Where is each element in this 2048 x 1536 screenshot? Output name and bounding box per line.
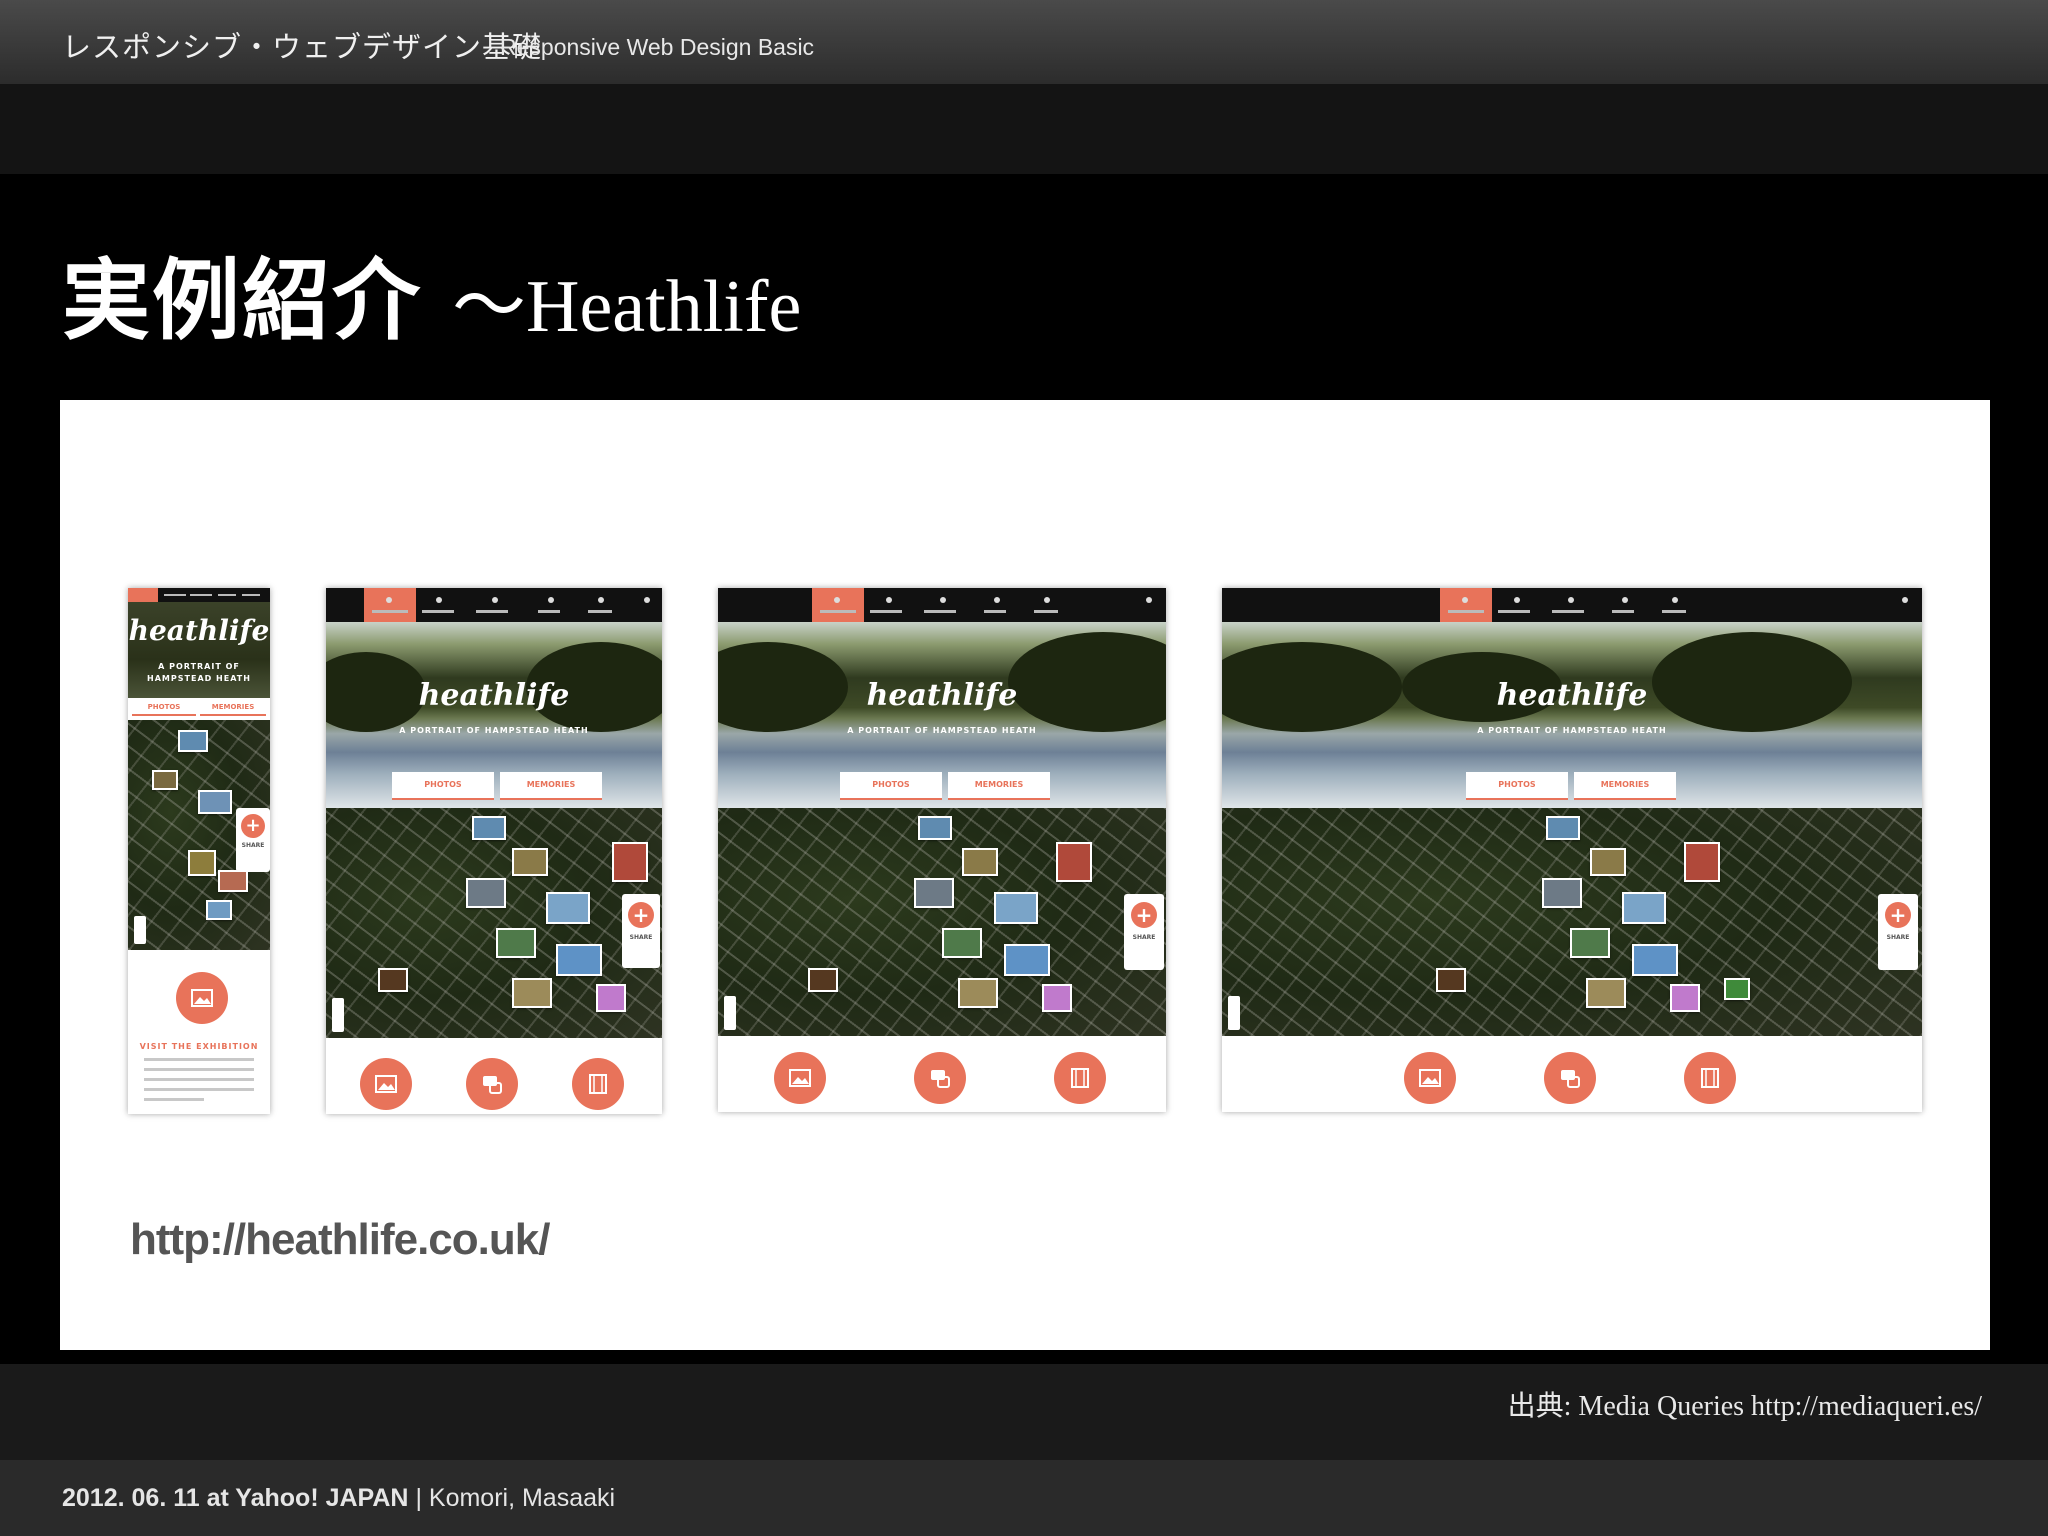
exhibition-icon[interactable] xyxy=(492,597,498,603)
source-credit: 出典: Media Queries http://mediaqueri.es/ xyxy=(1507,1391,1982,1422)
heathlife-logo: heathlife xyxy=(866,678,1018,713)
footer-icons xyxy=(718,1036,1166,1112)
footer-icons xyxy=(326,1038,662,1114)
photo-icon[interactable] xyxy=(176,972,228,1024)
hero-banner: heathlife A PORTRAIT OF HAMPSTEAD HEATH … xyxy=(1222,622,1922,808)
exhibition-icon[interactable] xyxy=(940,597,946,603)
zoom-control[interactable] xyxy=(724,996,736,1030)
footer-separator: | xyxy=(415,1484,422,1512)
plus-icon[interactable]: + xyxy=(628,902,654,928)
plus-icon[interactable]: + xyxy=(241,814,265,838)
tagline: A PORTRAIT OF HAMPSTEAD HEATH xyxy=(399,726,589,735)
footer-text: 2012. 06. 11 at Yahoo! JAPAN | Komori, M… xyxy=(62,1484,615,1513)
donate-heart-icon[interactable] xyxy=(598,597,604,603)
hero-banner: heathlife A PORTRAIT OF HAMPSTEAD HEATH xyxy=(128,602,270,698)
about-icon[interactable] xyxy=(994,597,1000,603)
tagline: A PORTRAIT OF HAMPSTEAD HEATH xyxy=(847,726,1037,735)
sound-icon[interactable] xyxy=(644,597,650,603)
zoom-control[interactable] xyxy=(332,998,344,1032)
workshops-icon[interactable] xyxy=(1514,597,1520,603)
photos-button[interactable]: PHOTOS xyxy=(392,772,494,800)
heathlife-logo: heathlife xyxy=(128,614,270,647)
nav-explore-active xyxy=(812,588,864,622)
memories-button[interactable]: MEMORIES xyxy=(200,700,266,716)
memories-icon[interactable] xyxy=(914,1052,966,1104)
photo-icon[interactable] xyxy=(360,1058,412,1110)
photos-button[interactable]: PHOTOS xyxy=(1466,772,1568,800)
photos-button[interactable]: PHOTOS xyxy=(132,700,196,716)
share-panel: + SHARE xyxy=(1124,894,1164,970)
header-subbar xyxy=(0,84,2048,174)
share-icon[interactable] xyxy=(386,597,392,603)
share-panel: + SHARE xyxy=(236,808,270,872)
header-title-en: Responsive Web Design Basic xyxy=(500,34,815,60)
footer-icons: VISIT THE EXHIBITION xyxy=(128,950,270,1114)
mobile-screenshot: heathlife A PORTRAIT OF HAMPSTEAD HEATH … xyxy=(128,588,270,1114)
map-view[interactable]: + SHARE xyxy=(128,720,270,950)
about-icon[interactable] xyxy=(1622,597,1628,603)
content-panel: heathlife A PORTRAIT OF HAMPSTEAD HEATH … xyxy=(60,400,1990,1350)
header-title-jp: レスポンシブ・ウェブデザイン基礎 xyxy=(62,30,543,64)
about-icon[interactable] xyxy=(548,597,554,603)
share-icon[interactable] xyxy=(1462,597,1468,603)
tablet-landscape-screenshot: heathlife A PORTRAIT OF HAMPSTEAD HEATH … xyxy=(718,588,1166,1112)
nav-bar xyxy=(718,588,1166,622)
workshops-icon[interactable] xyxy=(886,597,892,603)
film-icon[interactable] xyxy=(1684,1052,1736,1104)
nav-explore-active xyxy=(128,588,158,602)
map-view[interactable]: + SHARE xyxy=(718,808,1166,1036)
exhibition-title: VISIT THE EXHIBITION xyxy=(139,1042,259,1051)
donate-heart-icon[interactable] xyxy=(1044,597,1050,603)
nav-explore-active xyxy=(1440,588,1492,622)
donate-heart-icon[interactable] xyxy=(1672,597,1678,603)
photo-icon[interactable] xyxy=(774,1052,826,1104)
photos-button[interactable]: PHOTOS xyxy=(840,772,942,800)
memories-icon[interactable] xyxy=(1544,1052,1596,1104)
heathlife-logo: heathlife xyxy=(418,678,570,713)
share-panel: + SHARE xyxy=(1878,894,1918,970)
film-icon[interactable] xyxy=(1054,1052,1106,1104)
share-panel: + SHARE xyxy=(622,894,660,968)
zoom-control[interactable] xyxy=(134,916,146,944)
tablet-portrait-screenshot: heathlife A PORTRAIT OF HAMPSTEAD HEATH … xyxy=(326,588,662,1114)
memories-button[interactable]: MEMORIES xyxy=(948,772,1050,800)
nav-explore-active xyxy=(364,588,416,622)
sound-icon[interactable] xyxy=(1902,597,1908,603)
slide-title-en: Heathlife xyxy=(526,266,802,348)
share-icon[interactable] xyxy=(834,597,840,603)
nav-bar xyxy=(128,588,270,602)
slide-title-jp: 実例紹介 xyxy=(62,248,423,352)
hero-banner: heathlife A PORTRAIT OF HAMPSTEAD HEATH … xyxy=(718,622,1166,808)
map-view[interactable]: + SHARE xyxy=(1222,808,1922,1036)
sound-icon[interactable] xyxy=(1146,597,1152,603)
site-url-link[interactable]: http://heathlife.co.uk/ xyxy=(130,1215,550,1265)
nav-bar xyxy=(326,588,662,622)
tagline: A PORTRAIT OF HAMPSTEAD HEATH xyxy=(1477,726,1667,735)
memories-button[interactable]: MEMORIES xyxy=(1574,772,1676,800)
hero-banner: heathlife A PORTRAIT OF HAMPSTEAD HEATH … xyxy=(326,622,662,808)
exhibition-icon[interactable] xyxy=(1568,597,1574,603)
nav-bar xyxy=(1222,588,1922,622)
header-bar: レスポンシブ・ウェブデザイン基礎 Responsive Web Design B… xyxy=(0,0,2048,84)
plus-icon[interactable]: + xyxy=(1131,902,1157,928)
memories-button[interactable]: MEMORIES xyxy=(500,772,602,800)
slide-title-separator: ～ xyxy=(452,266,527,348)
photo-icon[interactable] xyxy=(1404,1052,1456,1104)
slide-title: 実例紹介 ～ Heathlife xyxy=(62,230,801,352)
desktop-screenshot: heathlife A PORTRAIT OF HAMPSTEAD HEATH … xyxy=(1222,588,1922,1112)
memories-icon[interactable] xyxy=(466,1058,518,1110)
heathlife-logo: heathlife xyxy=(1496,678,1648,713)
footer-date-event: 2012. 06. 11 at Yahoo! JAPAN xyxy=(62,1484,409,1512)
zoom-control[interactable] xyxy=(1228,996,1240,1030)
footer-icons xyxy=(1222,1036,1922,1112)
film-icon[interactable] xyxy=(572,1058,624,1110)
plus-icon[interactable]: + xyxy=(1885,902,1911,928)
map-view[interactable]: + SHARE xyxy=(326,808,662,1038)
workshops-icon[interactable] xyxy=(436,597,442,603)
footer-author: Komori, Masaaki xyxy=(428,1484,616,1512)
